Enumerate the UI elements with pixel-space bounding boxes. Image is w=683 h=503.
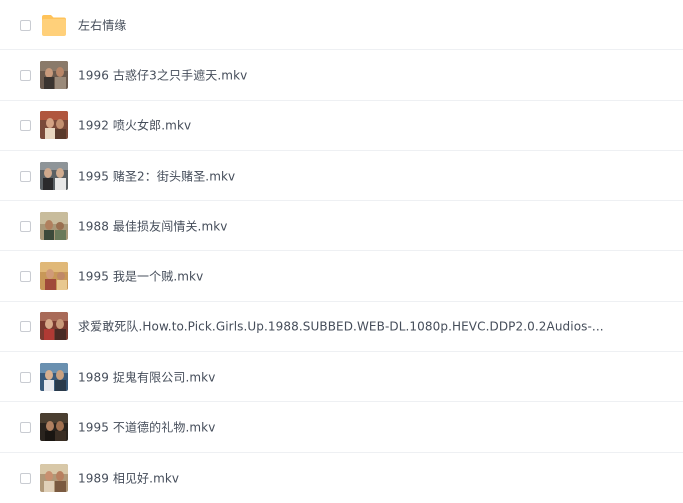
file-name[interactable]: 左右情缘 (78, 16, 126, 33)
video-thumbnail-icon (40, 413, 68, 442)
list-item-video[interactable]: 1989 捉鬼有限公司.mkv (0, 352, 683, 403)
list-item-video[interactable]: 1989 相见好.mkv (0, 453, 683, 503)
row-checkbox[interactable] (20, 472, 31, 484)
row-checkbox[interactable] (20, 19, 31, 31)
file-name[interactable]: 求爱敢死队.How.to.Pick.Girls.Up.1988.SUBBED.W… (78, 318, 604, 335)
folder-icon (40, 11, 68, 39)
row-checkbox[interactable] (20, 371, 31, 383)
video-thumbnail-icon (40, 211, 68, 240)
file-name[interactable]: 1996 古惑仔3之只手遮天.mkv (78, 66, 247, 83)
video-thumbnail-icon (40, 362, 68, 391)
row-checkbox[interactable] (20, 321, 31, 333)
file-name[interactable]: 1989 捉鬼有限公司.mkv (78, 368, 215, 385)
video-thumbnail-icon (40, 111, 68, 140)
file-name[interactable]: 1995 不道德的礼物.mkv (78, 419, 215, 436)
file-list: 左右情缘 1996 古惑仔3之只手遮天.mkv 1992 喷火女郎.mkv 19… (0, 0, 683, 501)
video-thumbnail-icon (40, 312, 68, 341)
list-item-video[interactable]: 1995 不道德的礼物.mkv (0, 402, 683, 453)
file-name[interactable]: 1992 喷火女郎.mkv (78, 117, 191, 134)
file-name[interactable]: 1995 我是一个贼.mkv (78, 268, 203, 285)
list-item-video[interactable]: 求爱敢死队.How.to.Pick.Girls.Up.1988.SUBBED.W… (0, 302, 683, 353)
row-checkbox[interactable] (20, 220, 31, 232)
video-thumbnail-icon (40, 161, 68, 190)
file-name[interactable]: 1995 赌圣2：街头赌圣.mkv (78, 167, 235, 184)
video-thumbnail-icon (40, 262, 68, 291)
list-item-video[interactable]: 1995 赌圣2：街头赌圣.mkv (0, 151, 683, 202)
row-checkbox[interactable] (20, 271, 31, 283)
row-checkbox[interactable] (20, 120, 31, 132)
row-checkbox[interactable] (20, 69, 31, 81)
video-thumbnail-icon (40, 463, 68, 492)
row-checkbox[interactable] (20, 422, 31, 434)
file-name[interactable]: 1988 最佳损友闯情关.mkv (78, 217, 228, 234)
video-thumbnail-icon (40, 60, 68, 89)
list-item-video[interactable]: 1996 古惑仔3之只手遮天.mkv (0, 50, 683, 101)
list-item-folder[interactable]: 左右情缘 (0, 0, 683, 51)
row-checkbox[interactable] (20, 170, 31, 182)
list-item-video[interactable]: 1995 我是一个贼.mkv (0, 251, 683, 302)
list-item-video[interactable]: 1992 喷火女郎.mkv (0, 101, 683, 151)
list-item-video[interactable]: 1988 最佳损友闯情关.mkv (0, 201, 683, 252)
file-name[interactable]: 1989 相见好.mkv (78, 469, 179, 486)
